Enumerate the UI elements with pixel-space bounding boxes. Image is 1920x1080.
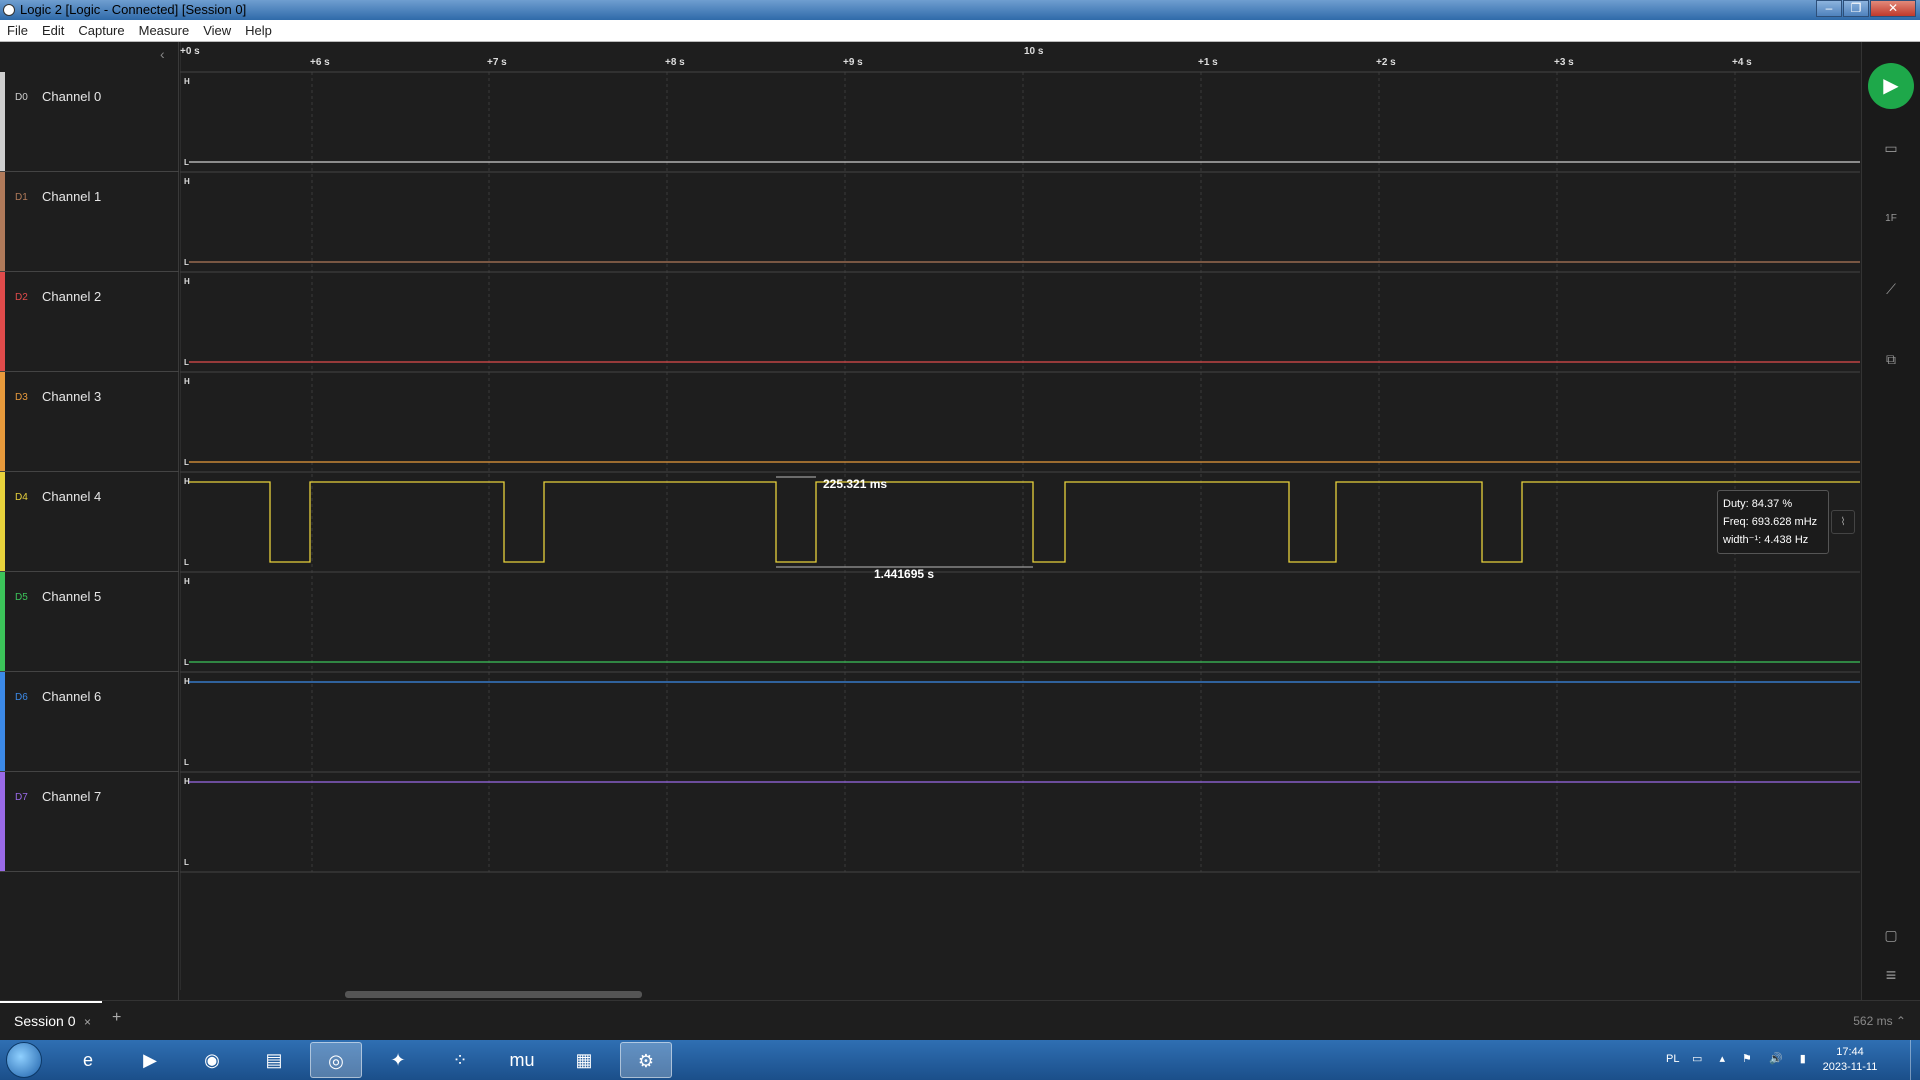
channel-name[interactable]: Channel 4: [42, 489, 101, 504]
duty-value: Duty: 84.37 %: [1723, 498, 1793, 510]
low-level-marker: L: [184, 458, 189, 467]
notes-icon[interactable]: ▢: [1877, 921, 1905, 949]
channel-row[interactable]: D3 Channel 3: [0, 372, 179, 472]
measure-ruler-icon[interactable]: ⟋: [1877, 275, 1905, 303]
measurement-tooltip: Duty: 84.37 % Freq: 693.628 mHz width⁻¹:…: [1717, 490, 1829, 554]
channel-name[interactable]: Channel 2: [42, 289, 101, 304]
channel-name[interactable]: Channel 7: [42, 789, 101, 804]
scrollbar-thumb[interactable]: [345, 991, 642, 998]
start-button[interactable]: [6, 1042, 42, 1078]
channel-id: D4: [15, 492, 28, 503]
high-level-marker: H: [184, 77, 190, 86]
channel-signal: [189, 481, 1860, 563]
clock[interactable]: 17:44 2023-11-11: [1810, 1045, 1890, 1075]
system-tray: PL ▭ ▴ ⚑ 🔊 ▮ 17:44 2023-11-11: [1660, 1040, 1920, 1080]
high-level-marker: H: [184, 177, 190, 186]
low-level-marker: L: [184, 558, 189, 567]
channel-id: D1: [15, 192, 28, 203]
horizontal-scrollbar[interactable]: [180, 990, 1860, 1000]
channel-name[interactable]: Channel 3: [42, 389, 101, 404]
channel-id: D6: [15, 692, 28, 703]
waveform-area[interactable]: HLHLHLHLHLHLHLHL: [180, 0, 1861, 1000]
channel-row[interactable]: D2 Channel 2: [0, 272, 179, 372]
file-explorer-icon[interactable]: ▤: [248, 1042, 300, 1078]
clock-time: 17:44: [1836, 1046, 1864, 1058]
pulse-width-measurement: 225.321 ms: [823, 477, 888, 491]
app-icon: [3, 4, 15, 16]
channel-color-bar: [0, 772, 5, 871]
high-level-marker: H: [184, 277, 190, 286]
show-desktop-button[interactable]: [1910, 1040, 1920, 1080]
paint-icon[interactable]: ✦: [372, 1042, 424, 1078]
menu-edit[interactable]: Edit: [35, 23, 71, 38]
frequency-value: Freq: 693.628 mHz: [1723, 516, 1818, 528]
clapper-icon[interactable]: ▦: [558, 1042, 610, 1078]
period-measurement: 1.441695 s: [874, 567, 935, 581]
channel-row[interactable]: D4 Channel 4: [0, 472, 179, 572]
windows-taskbar: e ▶ ◉ ▤ ◎ ✦ ⁘ mu ▦ ⚙ PL ▭ ▴ ⚑ 🔊 ▮ 17:44 2023-11-1…: [0, 1040, 1920, 1080]
play-icon[interactable]: ▶: [1868, 63, 1914, 109]
channel-color-bar: [0, 472, 5, 571]
channel-row[interactable]: D1 Channel 1: [0, 172, 179, 272]
channel-row[interactable]: D5 Channel 5: [0, 572, 179, 672]
zoom-level[interactable]: 562 ms ⌃: [1853, 1014, 1906, 1028]
chrome-icon[interactable]: ◎: [310, 1042, 362, 1078]
menu-capture[interactable]: Capture: [71, 23, 131, 38]
channel-color-bar: [0, 272, 5, 371]
device-icon[interactable]: ▭: [1877, 134, 1905, 162]
high-level-marker: H: [184, 577, 190, 586]
analyzer-icon[interactable]: 1F: [1877, 205, 1905, 233]
low-level-marker: L: [184, 258, 189, 267]
logic2-icon[interactable]: ⚙: [620, 1042, 672, 1078]
channel-color-bar: [0, 72, 5, 171]
channel-row[interactable]: D0 Channel 0: [0, 72, 179, 172]
mu-editor-icon[interactable]: mu: [496, 1042, 548, 1078]
tray-icons[interactable]: ▭ ▴ ⚑ 🔊 ▮: [1692, 1052, 1813, 1065]
channel-name[interactable]: Channel 0: [42, 89, 101, 104]
low-level-marker: L: [184, 658, 189, 667]
language-indicator[interactable]: PL: [1666, 1053, 1679, 1065]
session-tab-label: Session 0: [14, 1013, 76, 1029]
channel-id: D7: [15, 792, 28, 803]
right-toolbar: [1861, 42, 1920, 1000]
channel-id: D2: [15, 292, 28, 303]
close-tab-icon[interactable]: ×: [84, 1015, 91, 1029]
web-globe-icon[interactable]: ◉: [186, 1042, 238, 1078]
channel-color-bar: [0, 172, 5, 271]
width-inverse-value: width⁻¹: 4.438 Hz: [1723, 534, 1809, 546]
session-tab[interactable]: Session 0 ×: [0, 1001, 102, 1040]
low-level-marker: L: [184, 158, 189, 167]
channel-name[interactable]: Channel 5: [42, 589, 101, 604]
channel-id: D5: [15, 592, 28, 603]
high-level-marker: H: [184, 377, 190, 386]
extensions-icon[interactable]: ⧉: [1877, 345, 1905, 373]
channel-id: D3: [15, 392, 28, 403]
clock-date: 2023-11-11: [1822, 1061, 1878, 1073]
pulse-wave-icon[interactable]: ⌇: [1831, 510, 1855, 534]
session-tab-bar: Session 0 × + 562 ms ⌃: [0, 1000, 1920, 1040]
add-tab-button[interactable]: +: [112, 1009, 121, 1027]
channel-color-bar: [0, 372, 5, 471]
low-level-marker: L: [184, 358, 189, 367]
low-level-marker: L: [184, 758, 189, 767]
channel-name[interactable]: Channel 1: [42, 189, 101, 204]
internet-explorer-icon[interactable]: e: [62, 1042, 114, 1078]
menu-file[interactable]: File: [0, 23, 35, 38]
channel-color-bar: [0, 672, 5, 771]
channel-color-bar: [0, 572, 5, 671]
channel-name[interactable]: Channel 6: [42, 689, 101, 704]
close-button[interactable]: ✕: [1870, 0, 1916, 17]
channel-id: D0: [15, 92, 28, 103]
low-level-marker: L: [184, 858, 189, 867]
dots-app-icon[interactable]: ⁘: [434, 1042, 486, 1078]
menu-icon[interactable]: ≡: [1877, 961, 1905, 989]
channel-row[interactable]: D7 Channel 7: [0, 772, 179, 872]
channel-row[interactable]: D6 Channel 6: [0, 672, 179, 772]
media-player-icon[interactable]: ▶: [124, 1042, 176, 1078]
collapse-panel-icon[interactable]: ‹: [160, 46, 165, 62]
